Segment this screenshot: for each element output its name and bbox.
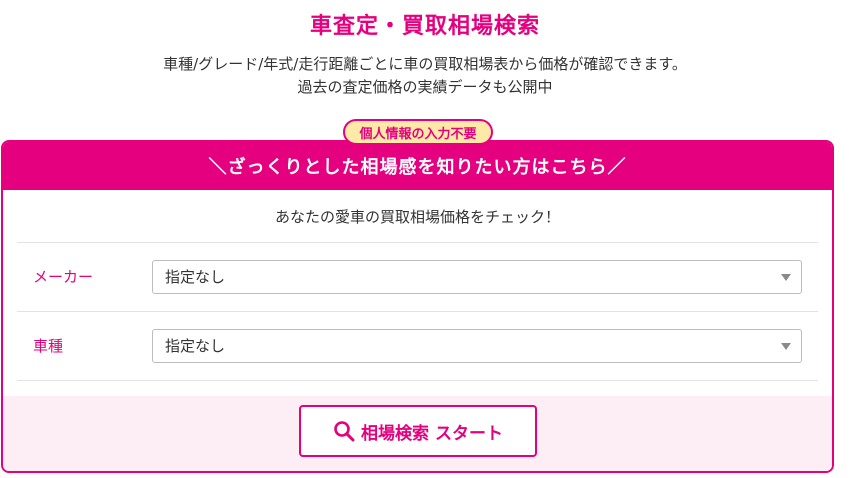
model-label: 車種 [33, 337, 64, 355]
no-personal-info-badge: 個人情報の入力不要 [343, 119, 493, 145]
search-start-button[interactable]: 相場検索 スタート [299, 405, 537, 457]
dropdown-arrow-icon [781, 274, 791, 281]
maker-select-value: 指定なし [165, 268, 226, 286]
model-select-value: 指定なし [165, 337, 226, 355]
card-footer: 相場検索 スタート [3, 396, 832, 471]
page-description-line1: 車種/グレード/年式/走行距離ごとに車の買取相場表から価格が確認できます。 [163, 55, 687, 73]
maker-label: メーカー [33, 268, 94, 286]
maker-row: メーカー 指定なし [17, 243, 818, 312]
market-price-search-card: ＼ざっくりとした相場感を知りたい方はこちら／ あなたの愛車の買取相場価格をチェッ… [1, 140, 834, 473]
maker-select[interactable]: 指定なし [152, 260, 802, 294]
model-row: 車種 指定なし [17, 312, 818, 381]
page: 車査定・買取相場検索 車種/グレード/年式/走行距離ごとに車の買取相場表から価格… [0, 0, 850, 478]
card-lead-text: あなたの愛車の買取相場価格をチェック！ [17, 192, 818, 243]
search-icon [333, 420, 355, 442]
dropdown-arrow-icon [781, 343, 791, 350]
card-header-title: ＼ざっくりとした相場感を知りたい方はこちら／ [3, 142, 832, 190]
page-description-line2: 過去の査定価格の実績データも公開中 [297, 78, 553, 96]
search-button-label: 相場検索 スタート [361, 423, 503, 444]
model-select[interactable]: 指定なし [152, 329, 802, 363]
page-title: 車査定・買取相場検索 [309, 14, 540, 39]
